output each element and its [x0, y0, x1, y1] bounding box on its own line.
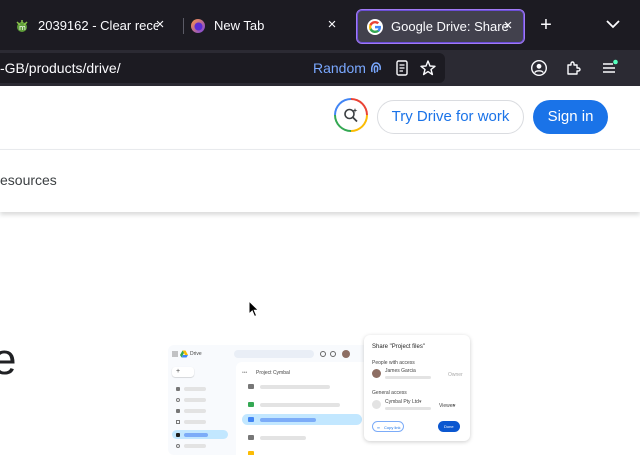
tab-title: Google Drive: Share Files — [391, 19, 509, 34]
search-sparkle-icon — [344, 108, 358, 123]
container-label[interactable]: Random — [313, 60, 366, 76]
domain-icon — [372, 400, 381, 409]
drive-app-name: Drive — [190, 351, 202, 357]
google-lens-button[interactable] — [334, 98, 368, 132]
new-button: + — [172, 367, 194, 377]
reader-view-icon[interactable] — [393, 59, 411, 77]
breadcrumb: Project Cymbal — [256, 370, 290, 376]
sidebar-item — [184, 387, 206, 391]
file-row — [260, 436, 306, 440]
tab-bugzilla[interactable]: m 2039162 - Clear recent history × — [0, 9, 182, 42]
home-icon — [176, 387, 180, 391]
new-tab-button[interactable]: + — [535, 14, 557, 36]
url-bar[interactable]: -GB/products/drive/ Random — [0, 53, 445, 83]
tab-title: 2039162 - Clear recent history — [38, 18, 158, 33]
nav-item-resources[interactable]: esources — [0, 172, 57, 188]
more-icon: ••• — [242, 370, 248, 376]
menu-hamburger-icon — [172, 351, 178, 357]
folder-icon — [176, 433, 180, 437]
link-icon: ∞ — [377, 425, 380, 430]
try-drive-for-work-button[interactable]: Try Drive for work — [377, 100, 524, 134]
file-row — [260, 418, 316, 422]
bookmark-star-icon[interactable] — [419, 59, 437, 77]
slides-icon — [248, 451, 254, 455]
container-fingerprint-icon[interactable] — [367, 59, 385, 77]
computer-icon — [176, 420, 180, 424]
sidebar-item — [184, 433, 208, 437]
file-list: ••• Project Cymbal — [236, 362, 380, 455]
role-select: Viewer — [439, 403, 455, 409]
person-email — [385, 376, 431, 379]
tab-title: New Tab — [214, 18, 265, 33]
mouse-cursor-icon — [248, 300, 260, 318]
general-access-label: General access — [372, 390, 407, 396]
gear-icon — [330, 351, 336, 357]
extensions-puzzle-icon[interactable] — [565, 59, 583, 77]
copy-link-label: Copy link — [384, 425, 401, 430]
drive-search-bar — [234, 350, 314, 358]
bell-icon — [176, 398, 180, 402]
folder-icon — [248, 435, 254, 440]
close-icon[interactable]: × — [500, 18, 516, 34]
tab-google-drive[interactable]: Google Drive: Share Files × — [356, 9, 525, 44]
share-dialog-card: Share "Project files" People with access… — [364, 335, 470, 441]
chevron-down-icon: ▾ — [419, 399, 422, 405]
person-name: James Garcia — [385, 368, 416, 374]
done-button: Done — [438, 421, 460, 432]
close-icon[interactable]: × — [324, 17, 340, 33]
drive-logo-icon — [180, 350, 188, 358]
sidebar-item — [184, 409, 206, 413]
docs-icon — [248, 417, 254, 422]
close-icon[interactable]: × — [152, 17, 168, 33]
url-text[interactable]: -GB/products/drive/ — [0, 60, 121, 76]
bugzilla-icon: m — [16, 19, 28, 32]
sub-navigation: esources — [0, 149, 640, 212]
share-title: Share "Project files" — [372, 344, 425, 350]
org-name: Cymbal Pty Ltd — [385, 399, 419, 405]
done-label: Done — [444, 424, 454, 429]
sidebar-item — [184, 444, 206, 448]
copy-link-button: ∞ Copy link — [372, 421, 404, 432]
clock-icon — [176, 444, 180, 448]
account-icon[interactable] — [530, 59, 548, 77]
avatar — [342, 350, 350, 358]
avatar — [372, 369, 381, 378]
people-with-access-label: People with access — [372, 360, 415, 366]
sidebar-item — [184, 420, 206, 424]
drive-illustration: Drive + ••• Project Cymbal — [168, 345, 380, 455]
help-icon — [320, 351, 326, 357]
access-description — [385, 407, 431, 410]
sheets-icon — [248, 402, 254, 407]
google-g-icon — [367, 18, 383, 35]
shared-icon — [176, 409, 180, 413]
hero-heading: e — [0, 335, 17, 384]
file-row — [260, 403, 340, 407]
file-row — [260, 385, 330, 389]
chevron-down-icon: ▾ — [453, 403, 456, 409]
owner-label: Owner — [448, 372, 463, 378]
firefox-icon — [191, 18, 205, 33]
folder-icon — [248, 384, 254, 389]
sidebar-item — [184, 398, 206, 402]
tab-new-tab[interactable]: New Tab × — [180, 9, 352, 42]
svg-text:m: m — [19, 24, 26, 32]
sign-in-button[interactable]: Sign in — [533, 100, 608, 134]
menu-hamburger-icon[interactable] — [600, 59, 618, 77]
chevron-down-icon[interactable] — [604, 15, 622, 33]
